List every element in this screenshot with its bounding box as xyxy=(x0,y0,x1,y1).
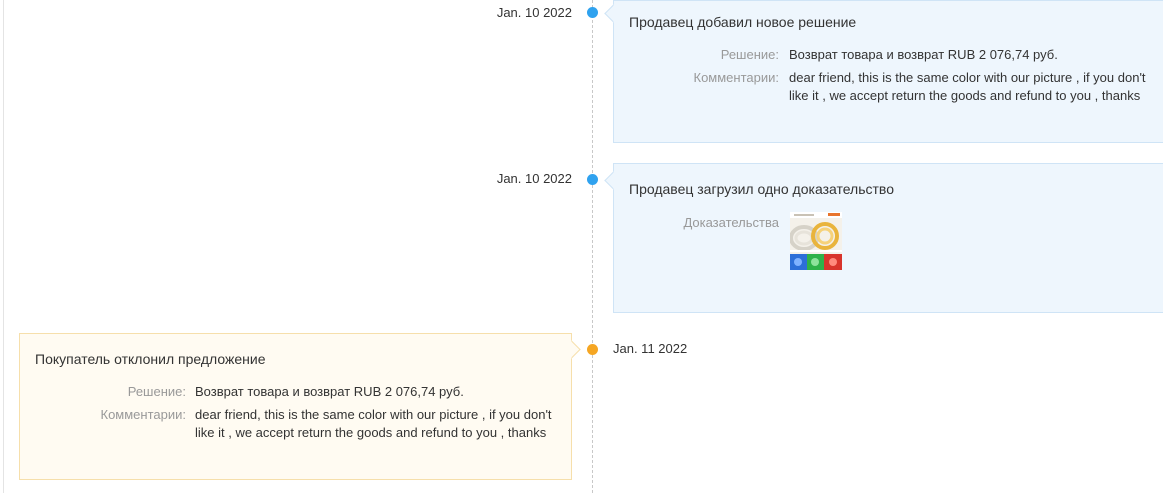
event-date: Jan. 10 2022 xyxy=(496,171,572,186)
comments-label: Комментарии: xyxy=(693,70,780,85)
solution-label: Решение: xyxy=(720,47,779,62)
event-date: Jan. 10 2022 xyxy=(496,5,572,20)
solution-value: Возврат товара и возврат RUB 2 076,74 ру… xyxy=(789,47,1058,62)
event-title: Продавец добавил новое решение xyxy=(629,14,857,30)
timeline-dot-seller xyxy=(587,174,598,185)
event-card-buyer-rejected: Покупатель отклонил предложение Решение:… xyxy=(19,333,581,480)
event-title: Продавец загрузил одно доказательство xyxy=(629,181,894,197)
timeline-dot-seller xyxy=(587,7,598,18)
comments-value: dear friend, this is the same color with… xyxy=(195,407,552,440)
card-pointer xyxy=(604,171,623,190)
evidence-image-thumbnail[interactable] xyxy=(790,212,842,270)
card-pointer xyxy=(604,4,623,23)
dispute-timeline: Jan. 10 2022 Продавец добавил новое реше… xyxy=(0,0,1163,493)
card-pointer xyxy=(562,340,581,359)
left-border xyxy=(3,0,4,493)
event-date: Jan. 11 2022 xyxy=(613,341,688,356)
event-card-seller-solution: Продавец добавил новое решение Решение: … xyxy=(604,0,1163,143)
comments-label: Комментарии: xyxy=(100,407,187,422)
led-strip-product-image xyxy=(790,212,842,270)
evidence-label: Доказательства xyxy=(683,215,779,230)
comments-value: dear friend, this is the same color with… xyxy=(789,70,1146,103)
timeline-line xyxy=(592,0,593,493)
event-title: Покупатель отклонил предложение xyxy=(35,351,266,367)
timeline-dot-buyer xyxy=(587,344,598,355)
solution-value: Возврат товара и возврат RUB 2 076,74 ру… xyxy=(195,384,464,399)
solution-label: Решение: xyxy=(127,384,186,399)
event-card-seller-evidence: Продавец загрузил одно доказательство До… xyxy=(604,163,1163,313)
